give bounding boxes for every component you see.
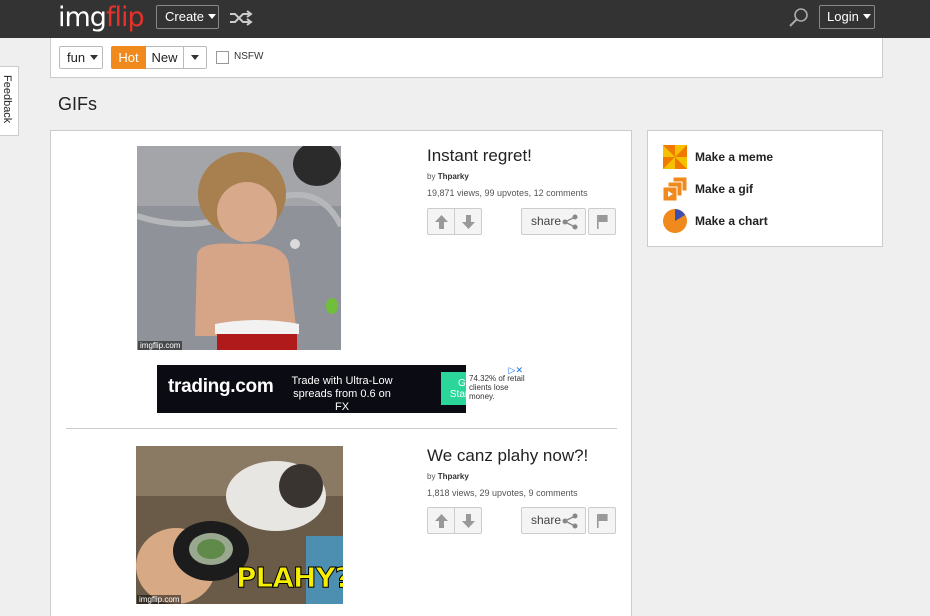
make-chart-link[interactable]: Make a chart <box>663 209 863 233</box>
feedback-label: Feedback <box>1 75 13 124</box>
top-navbar: imgflip Create Login <box>0 0 930 38</box>
page-title: GIFs <box>58 94 97 114</box>
pie-chart-icon <box>663 209 687 233</box>
arrow-down-icon <box>462 215 475 229</box>
create-menu-button[interactable]: Create <box>156 5 219 29</box>
advertisement-banner[interactable]: trading.com Trade with Ultra-Low spreads… <box>157 365 525 413</box>
downvote-button[interactable] <box>454 208 482 235</box>
chevron-down-icon <box>90 55 99 60</box>
make-gif-link[interactable]: Make a gif <box>663 177 863 201</box>
ad-tagline: Trade with Ultra-Low spreads from 0.6 on… <box>291 375 393 413</box>
filter-bar: fun Hot New NSFW <box>50 38 883 78</box>
make-meme-link[interactable]: Make a meme <box>663 145 863 169</box>
make-meme-label: Make a meme <box>695 150 774 164</box>
nsfw-label: NSFW <box>234 51 264 62</box>
login-button[interactable]: Login <box>819 5 875 29</box>
login-label: Login <box>827 9 859 24</box>
post-title[interactable]: We canz plahy now?! <box>427 446 588 466</box>
post-divider <box>66 428 617 429</box>
create-sidebar: Make a meme Make a gif Make a chart <box>647 130 883 247</box>
by-label: by <box>427 172 436 181</box>
sort-more-dropdown[interactable] <box>184 46 207 69</box>
gif-frames-icon <box>663 177 687 201</box>
watermark: imgflip.com <box>137 595 182 604</box>
make-chart-label: Make a chart <box>695 214 768 228</box>
gif-image <box>137 146 341 350</box>
share-icon <box>562 214 578 230</box>
share-button[interactable]: share <box>521 208 586 235</box>
share-icon <box>562 513 578 529</box>
by-label: by <box>427 472 436 481</box>
post-stats: 1,818 views, 29 upvotes, 9 comments <box>427 488 578 498</box>
gif-feed: imgflip.com Instant regret! by Thparky 1… <box>50 130 632 616</box>
flag-icon <box>597 215 608 229</box>
downvote-button[interactable] <box>454 507 482 534</box>
sort-toggle-group: Hot New <box>111 46 207 69</box>
ad-brand: trading.com <box>168 376 274 397</box>
author-link[interactable]: Thparky <box>438 472 469 481</box>
flag-icon <box>597 514 608 528</box>
arrow-up-icon <box>435 514 448 528</box>
logo-text-img: img <box>58 2 107 33</box>
share-button[interactable]: share <box>521 507 586 534</box>
logo-text-flip: flip <box>105 2 145 33</box>
gif-caption: PLAHY? <box>236 561 343 595</box>
watermark: imgflip.com <box>138 341 183 350</box>
post-author: by Thparky <box>427 172 469 181</box>
arrow-down-icon <box>462 514 475 528</box>
post-title[interactable]: Instant regret! <box>427 146 532 166</box>
gif-thumbnail[interactable]: imgflip.com <box>137 146 341 350</box>
chevron-down-icon <box>208 14 217 19</box>
gif-thumbnail[interactable]: PLAHY? imgflip.com <box>136 446 343 604</box>
meme-pinwheel-icon <box>663 145 687 169</box>
post-stats: 19,871 views, 99 upvotes, 12 comments <box>427 188 588 198</box>
sort-new-button[interactable]: New <box>146 46 184 69</box>
chevron-down-icon <box>191 55 199 60</box>
category-value: fun <box>67 50 86 65</box>
upvote-button[interactable] <box>427 507 455 534</box>
arrow-up-icon <box>435 215 448 229</box>
imgflip-logo[interactable]: imgflip <box>58 2 145 34</box>
sort-hot-button[interactable]: Hot <box>111 46 146 69</box>
nsfw-checkbox[interactable] <box>216 51 229 64</box>
feedback-tab[interactable]: Feedback <box>0 66 19 136</box>
search-icon[interactable] <box>788 7 810 29</box>
flag-button[interactable] <box>588 208 616 235</box>
post-author: by Thparky <box>427 472 469 481</box>
shuffle-icon[interactable] <box>228 8 254 28</box>
make-gif-label: Make a gif <box>695 182 754 196</box>
share-label: share <box>531 513 562 527</box>
upvote-button[interactable] <box>427 208 455 235</box>
category-dropdown[interactable]: fun <box>59 46 103 69</box>
create-label: Create <box>165 9 205 24</box>
author-link[interactable]: Thparky <box>438 172 469 181</box>
flag-button[interactable] <box>588 507 616 534</box>
chevron-down-icon <box>862 14 871 19</box>
ad-close-icon[interactable]: ▷✕ <box>501 365 525 376</box>
share-label: share <box>531 214 562 228</box>
